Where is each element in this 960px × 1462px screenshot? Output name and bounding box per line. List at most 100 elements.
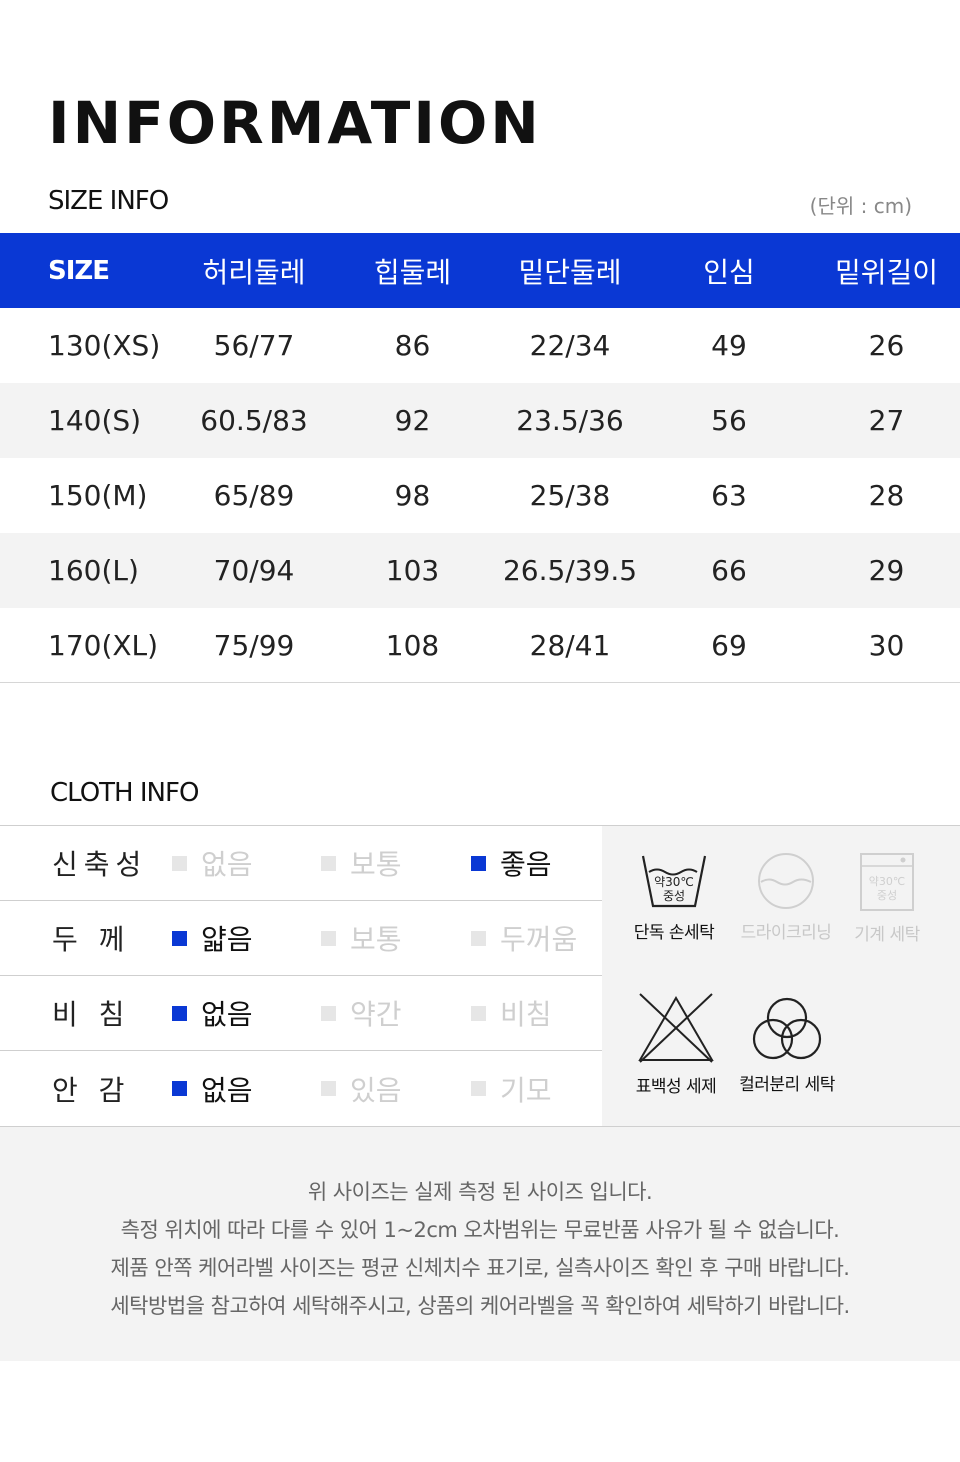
checkbox-square-icon xyxy=(172,930,187,946)
checkbox-square-icon xyxy=(471,1005,486,1021)
waist-cell: 56/77 xyxy=(213,329,295,362)
size-cell: 160(L) xyxy=(48,554,139,587)
hip-cell: 92 xyxy=(394,404,431,437)
no-bleach-icon xyxy=(638,993,714,1063)
hip-cell: 103 xyxy=(385,554,440,587)
waist-cell: 65/89 xyxy=(213,479,295,512)
column-header: SIZE xyxy=(48,255,110,286)
checkbox-square-icon xyxy=(321,1081,336,1096)
column-header: 힙둘레 xyxy=(373,255,452,289)
waist-cell: 60.5/83 xyxy=(200,404,308,437)
machine-wash-icon: 약30℃ 중성 xyxy=(860,853,914,911)
column-header: 허리둘레 xyxy=(202,255,306,289)
checkbox-square-icon xyxy=(172,855,187,871)
hem-cell: 23.5/36 xyxy=(516,404,624,437)
size-table-header: SIZE 허리둘레 힙둘레 밑단둘레 인심 밑위길이 xyxy=(0,233,960,308)
color-separate-icon xyxy=(752,997,822,1060)
attribute-name: 두 께 xyxy=(52,923,131,956)
cloth-info-panel: 신축성 없음 보통 좋음 두 께 얇음 보통 두꺼움 비 침 없음 약간 비침 … xyxy=(0,825,960,1127)
table-row: 170(XL) 75/99 108 28/41 69 30 xyxy=(0,608,960,683)
rise-cell: 29 xyxy=(868,554,905,587)
table-row: 150(M) 65/89 98 25/38 63 28 xyxy=(0,458,960,533)
notice-box: 위 사이즈는 실제 측정 된 사이즈 입니다. 측정 위치에 따라 다를 수 있… xyxy=(0,1127,960,1361)
rise-cell: 26 xyxy=(868,329,905,362)
rise-cell: 27 xyxy=(868,404,905,437)
attribute-name: 신축성 xyxy=(52,848,148,881)
size-cell: 140(S) xyxy=(48,404,142,437)
inseam-cell: 69 xyxy=(711,628,747,662)
attribute-name: 비 침 xyxy=(52,998,131,1031)
option: 없음 xyxy=(172,843,253,883)
inseam-cell: 56 xyxy=(711,404,747,437)
column-header: 밑위길이 xyxy=(834,255,939,289)
checkbox-square-icon xyxy=(321,930,336,946)
checkbox-square-icon xyxy=(321,855,336,871)
checkbox-square-icon xyxy=(471,1081,486,1096)
hip-cell: 108 xyxy=(385,628,440,662)
option: 기모 xyxy=(471,1069,552,1109)
attribute-name: 안 감 xyxy=(52,1073,131,1107)
care-item: 드라이크리닝 xyxy=(736,852,836,943)
notice-line: 측정 위치에 따라 다를 수 있어 1~2cm 오차범위는 무료반품 사유가 될… xyxy=(120,1218,840,1242)
checkbox-square-icon xyxy=(321,1005,336,1021)
checkbox-square-icon xyxy=(172,1005,187,1021)
cloth-attribute-list: 신축성 없음 보통 좋음 두 께 얇음 보통 두꺼움 비 침 없음 약간 비침 … xyxy=(0,826,602,1126)
option: 있음 xyxy=(321,1069,402,1109)
size-cell: 130(XS) xyxy=(48,329,161,362)
option: 약간 xyxy=(321,993,402,1033)
size-table: SIZE 허리둘레 힙둘레 밑단둘레 인심 밑위길이 130(XS) 56/77… xyxy=(0,233,960,683)
notice-line: 위 사이즈는 실제 측정 된 사이즈 입니다. xyxy=(307,1180,653,1204)
option: 보통 xyxy=(321,918,402,958)
hip-cell: 98 xyxy=(394,479,431,512)
care-item: 약30℃ 중성 단독 손세탁 xyxy=(624,852,724,943)
table-row: 160(L) 70/94 103 26.5/39.5 66 29 xyxy=(0,533,960,608)
care-label: 컬러분리 세탁 xyxy=(739,1075,835,1095)
cloth-row-stretch: 신축성 없음 보통 좋음 xyxy=(0,826,602,901)
option: 보통 xyxy=(321,843,402,883)
inseam-cell: 66 xyxy=(711,554,747,587)
care-label: 드라이크리닝 xyxy=(740,923,832,943)
option: 두꺼움 xyxy=(471,918,577,958)
option: 없음 xyxy=(172,993,253,1033)
care-instructions: 약30℃ 중성 단독 손세탁 드라이크리닝 약30℃ 중성 기계 세탁 표백성 … xyxy=(602,826,960,1126)
dry-clean-icon xyxy=(758,853,814,909)
care-label: 표백성 세제 xyxy=(635,1077,717,1097)
option: 비침 xyxy=(471,993,552,1033)
table-row: 130(XS) 56/77 86 22/34 49 26 xyxy=(0,308,960,383)
care-label: 단독 손세탁 xyxy=(633,923,715,943)
notice-line: 세탁방법을 참고하여 세탁해주시고, 상품의 케어라벨을 꼭 확인하여 세탁하기… xyxy=(110,1294,850,1318)
inseam-cell: 63 xyxy=(711,479,747,512)
cloth-row-lining: 안 감 없음 있음 기모 xyxy=(0,1051,602,1126)
hem-cell: 28/41 xyxy=(529,628,611,662)
option: 없음 xyxy=(172,1069,253,1109)
care-item: 약30℃ 중성 기계 세탁 xyxy=(842,852,932,945)
unit-label: (단위 : cm) xyxy=(809,194,912,218)
size-cell: 150(M) xyxy=(48,479,148,512)
hem-cell: 26.5/39.5 xyxy=(502,554,638,587)
cloth-row-sheerness: 비 침 없음 약간 비침 xyxy=(0,976,602,1051)
care-symbol-text: 약30℃ xyxy=(654,874,694,889)
size-info-label: SIZE INFO xyxy=(48,186,169,216)
size-cell: 170(XL) xyxy=(48,628,159,662)
checkbox-square-icon xyxy=(471,930,486,946)
rise-cell: 28 xyxy=(868,479,905,512)
hip-cell: 86 xyxy=(394,329,431,362)
waist-cell: 70/94 xyxy=(213,554,295,587)
checkbox-square-icon xyxy=(471,855,486,871)
cloth-info-label: CLOTH INFO xyxy=(50,778,199,808)
page-title: INFORMATION xyxy=(48,89,542,157)
rise-cell: 30 xyxy=(868,628,905,662)
cloth-row-thickness: 두 께 얇음 보통 두꺼움 xyxy=(0,901,602,976)
option: 얇음 xyxy=(172,918,253,958)
care-symbol-text: 중성 xyxy=(663,889,685,903)
care-item: 컬러분리 세탁 xyxy=(730,996,844,1095)
notice-line: 제품 안쪽 케어라벨 사이즈는 평균 신체치수 표기로, 실측사이즈 확인 후 … xyxy=(110,1256,850,1280)
waist-cell: 75/99 xyxy=(213,628,295,662)
care-symbol-text: 중성 xyxy=(877,889,897,902)
care-item: 표백성 세제 xyxy=(624,992,728,1097)
care-label: 기계 세탁 xyxy=(854,925,920,945)
checkbox-square-icon xyxy=(172,1081,187,1096)
inseam-cell: 49 xyxy=(711,329,747,362)
hem-cell: 25/38 xyxy=(529,479,611,512)
hem-cell: 22/34 xyxy=(529,329,611,362)
